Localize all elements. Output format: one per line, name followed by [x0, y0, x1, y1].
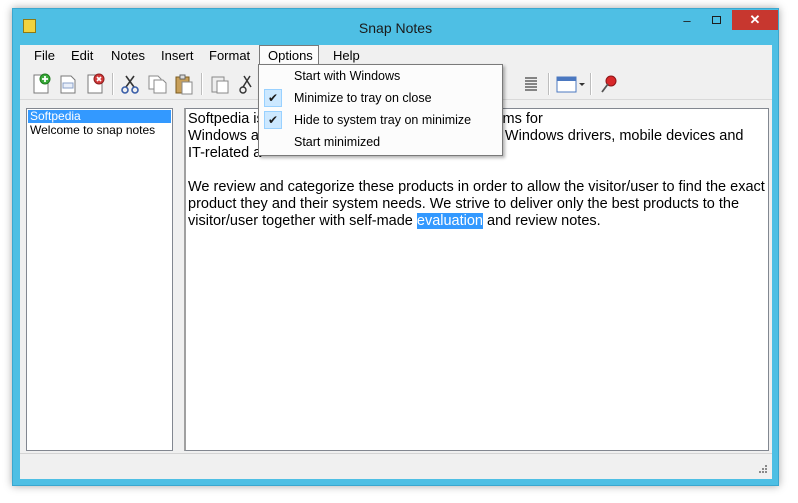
menu-notes[interactable]: Notes: [103, 45, 153, 67]
list-item[interactable]: Softpedia: [28, 110, 171, 123]
paste-icon[interactable]: [171, 71, 197, 97]
title-bar[interactable]: Snap Notes – ✕: [13, 9, 778, 45]
paste-special-icon[interactable]: [207, 71, 233, 97]
menu-edit[interactable]: Edit: [63, 45, 101, 67]
maximize-icon: [711, 16, 721, 24]
window-title: Snap Notes: [358, 20, 433, 36]
rename-note-icon[interactable]: [55, 71, 81, 97]
pin-icon[interactable]: [596, 71, 622, 97]
editor-text: Windows drivers, mobile devices and: [504, 128, 744, 144]
maximize-button[interactable]: [703, 10, 729, 30]
minimize-button[interactable]: –: [674, 10, 700, 30]
menu-item-label: Start with Windows: [294, 69, 401, 83]
menu-item-label: Start minimized: [294, 135, 381, 149]
menu-item-hide-to-tray[interactable]: ✔ Hide to system tray on minimize: [261, 110, 500, 130]
status-bar: [20, 453, 772, 480]
menu-insert[interactable]: Insert: [153, 45, 202, 67]
calendar-dropdown-icon[interactable]: [554, 71, 586, 97]
options-dropdown-menu: Start with Windows ✔ Minimize to tray on…: [258, 64, 503, 156]
selected-text: evaluation: [416, 213, 483, 229]
resize-grip-icon[interactable]: [756, 464, 768, 476]
menu-item-label: Hide to system tray on minimize: [294, 113, 472, 127]
notes-list[interactable]: Softpedia Welcome to snap notes: [26, 108, 173, 451]
editor-paragraph: We review and categorize these products …: [188, 179, 768, 230]
menu-format[interactable]: Format: [201, 45, 258, 67]
note-editor[interactable]: Softpedia isee-to-try software programs …: [184, 108, 769, 451]
checkmark-icon: ✔: [264, 111, 282, 129]
menu-item-label: Minimize to tray on close: [294, 91, 432, 105]
menu-item-start-minimized[interactable]: Start minimized: [261, 132, 500, 152]
checkmark-icon: ✔: [264, 89, 282, 107]
editor-text: Windows a: [188, 128, 259, 144]
editor-text: and review notes.: [482, 213, 601, 229]
close-button[interactable]: ✕: [732, 10, 778, 30]
copy-icon[interactable]: [144, 71, 170, 97]
menu-item-start-with-windows[interactable]: Start with Windows: [261, 66, 500, 86]
list-item[interactable]: Welcome to snap notes: [28, 124, 171, 137]
editor-text: Softpedia is: [188, 111, 264, 127]
new-note-icon[interactable]: [28, 71, 54, 97]
menu-file[interactable]: File: [26, 45, 63, 67]
align-justify-icon[interactable]: [518, 71, 544, 97]
delete-note-icon[interactable]: [82, 71, 108, 97]
cut-icon[interactable]: [117, 71, 143, 97]
editor-text: IT-related a: [188, 145, 262, 161]
menu-item-minimize-to-tray[interactable]: ✔ Minimize to tray on close: [261, 88, 500, 108]
